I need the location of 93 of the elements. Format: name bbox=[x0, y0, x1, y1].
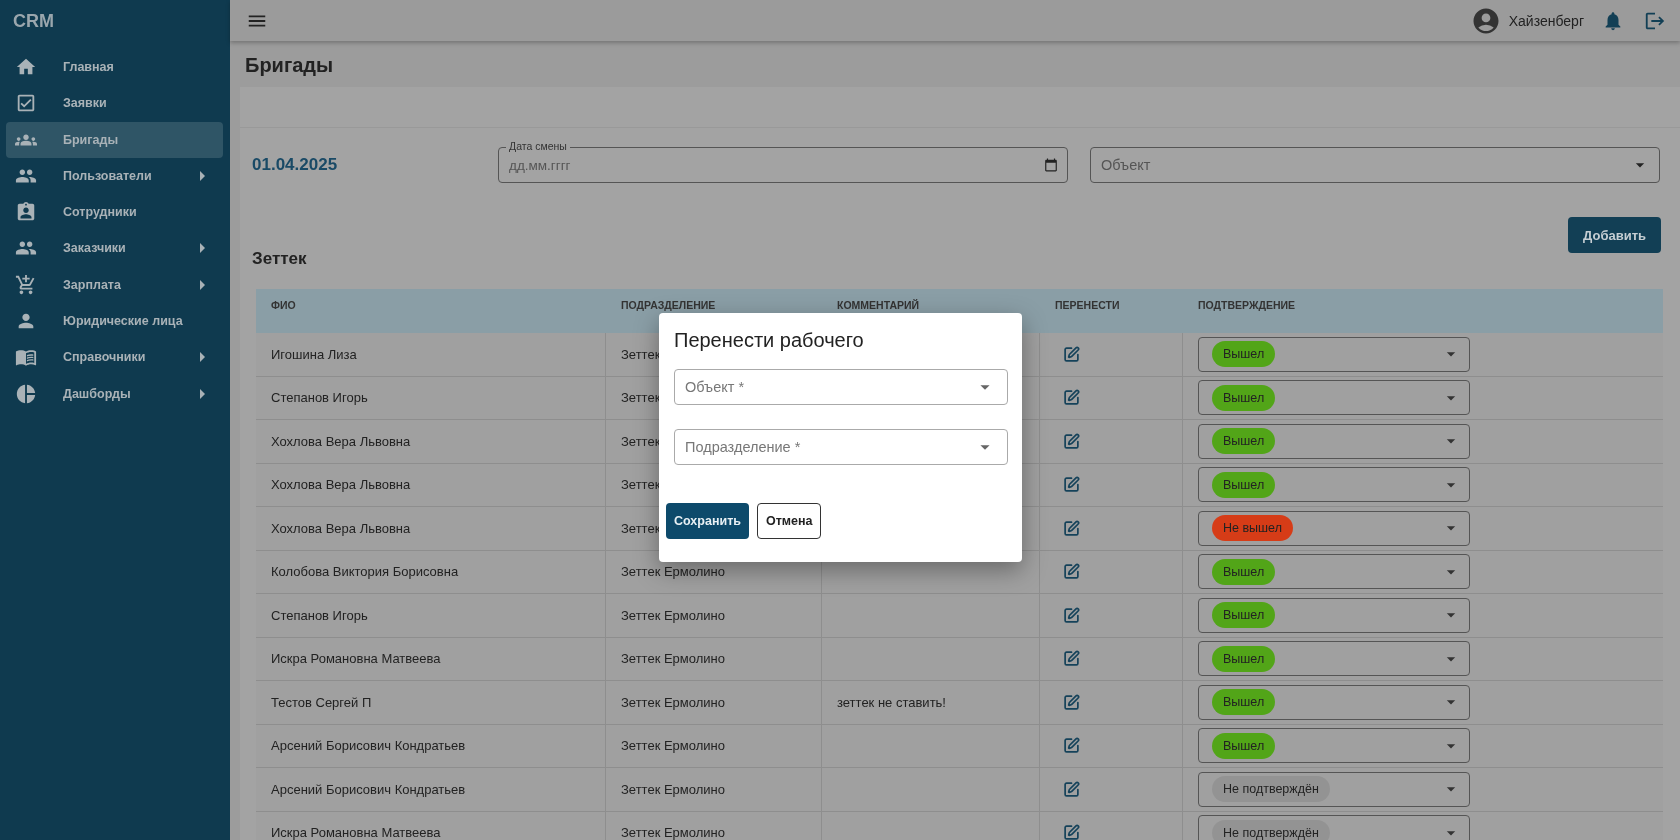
status-chip: Вышел bbox=[1212, 471, 1276, 498]
name-cell: Степанов Игорь bbox=[256, 594, 606, 638]
status-chip: Вышел bbox=[1212, 645, 1276, 672]
cancel-button[interactable]: Отмена bbox=[756, 503, 822, 539]
edit-icon[interactable] bbox=[1063, 737, 1080, 755]
app-logo: CRM bbox=[12, 10, 55, 33]
edit-icon[interactable] bbox=[1063, 476, 1080, 494]
sidebar-item-label: Заявки bbox=[63, 96, 108, 111]
comment-cell: зеттек не ставить! bbox=[822, 681, 1040, 725]
department-cell: Зеттек Ермолино bbox=[606, 724, 822, 768]
status-select[interactable]: Не вышел bbox=[1198, 510, 1470, 546]
status-select[interactable]: Вышел bbox=[1198, 684, 1470, 720]
status-chip: Вышел bbox=[1212, 428, 1276, 455]
sidebar-item-label: Дашборды bbox=[63, 386, 132, 401]
name-cell: Арсений Борисович Кондратьев bbox=[256, 724, 606, 768]
sidebar-item[interactable]: Бригады bbox=[6, 121, 223, 158]
name-cell: Искра Романовна Матвеева bbox=[256, 637, 606, 681]
edit-icon[interactable] bbox=[1063, 780, 1080, 798]
status-chip: Вышел bbox=[1212, 602, 1276, 629]
sidebar-item-label: Главная bbox=[63, 60, 115, 74]
page-title: Бригады bbox=[244, 53, 335, 78]
edit-icon[interactable] bbox=[1063, 519, 1080, 537]
sidebar-item-label: Сотрудники bbox=[63, 205, 138, 220]
cart-icon bbox=[15, 273, 37, 296]
sidebar-item[interactable]: Справочники bbox=[6, 339, 223, 376]
sidebar-item[interactable]: Главная bbox=[6, 49, 223, 85]
sidebar-item-label: Юридические лица bbox=[63, 314, 184, 329]
name-cell: Искра Романовна Матвеева bbox=[256, 811, 606, 840]
user-name[interactable]: Хайзенберг bbox=[1508, 12, 1584, 29]
dialog-select[interactable]: Подразделение * bbox=[674, 429, 1008, 465]
status-chip: Вышел bbox=[1212, 341, 1276, 368]
name-cell: Хохлова Вера Львовна bbox=[256, 420, 606, 464]
sidebar-item[interactable]: Пользователи bbox=[6, 157, 223, 194]
status-chip: Вышел bbox=[1212, 689, 1276, 716]
name-cell: Колобова Виктория Борисовна bbox=[256, 550, 606, 594]
sidebar-item[interactable]: Сотрудники bbox=[6, 194, 223, 231]
sidebar-item-label: Пользователи bbox=[63, 168, 153, 183]
status-chip: Вышел bbox=[1212, 384, 1276, 411]
name-cell: Тестов Сергей П bbox=[256, 681, 606, 725]
sidebar-item[interactable]: Заявки bbox=[6, 85, 223, 122]
status-select[interactable]: Вышел bbox=[1198, 423, 1470, 459]
column-header: ПОДТВЕРЖДЕНИЕ bbox=[1183, 289, 1663, 333]
current-date: 01.04.2025 bbox=[252, 155, 339, 175]
sidebar-item[interactable]: Дашборды bbox=[6, 375, 223, 412]
name-cell: Арсений Борисович Кондратьев bbox=[256, 768, 606, 812]
pie-chart-icon bbox=[15, 382, 37, 405]
sidebar-item[interactable]: Юридические лица bbox=[6, 303, 223, 340]
column-header: ПЕРЕНЕСТИ bbox=[1040, 289, 1183, 333]
column-header: ФИО bbox=[256, 289, 606, 333]
name-cell: Степанов Игорь bbox=[256, 376, 606, 420]
department-cell: Зеттек Ермолино bbox=[606, 637, 822, 681]
sidebar-item-label: Зарплата bbox=[63, 277, 122, 292]
department-cell: Зеттек Ермолино bbox=[606, 681, 822, 725]
status-chip: Вышел bbox=[1212, 732, 1276, 759]
edit-icon[interactable] bbox=[1063, 432, 1080, 450]
status-select[interactable]: Вышел bbox=[1198, 467, 1470, 503]
name-cell: Хохлова Вера Львовна bbox=[256, 463, 606, 507]
edit-icon[interactable] bbox=[1063, 824, 1080, 840]
sidebar-item-label: Справочники bbox=[63, 350, 147, 365]
status-chip: Не вышел bbox=[1212, 515, 1293, 542]
department-cell: Зеттек Ермолино bbox=[606, 594, 822, 638]
edit-icon[interactable] bbox=[1063, 345, 1080, 363]
status-select[interactable]: Вышел bbox=[1198, 554, 1470, 590]
edit-icon[interactable] bbox=[1063, 650, 1080, 668]
dialog-select[interactable]: Объект * bbox=[674, 369, 1008, 405]
status-chip: Не подтверждён bbox=[1212, 776, 1330, 803]
status-select[interactable]: Вышел bbox=[1198, 728, 1470, 764]
status-select[interactable]: Вышел bbox=[1198, 336, 1470, 372]
edit-icon[interactable] bbox=[1063, 389, 1080, 407]
sidebar-item[interactable]: Заказчики bbox=[6, 230, 223, 267]
status-select[interactable]: Вышел bbox=[1198, 380, 1470, 416]
save-button[interactable]: Сохранить bbox=[666, 503, 749, 539]
status-select[interactable]: Вышел bbox=[1198, 597, 1470, 633]
edit-icon[interactable] bbox=[1063, 606, 1080, 624]
calendar-icon[interactable] bbox=[1044, 158, 1058, 172]
name-cell: Игошина Лиза bbox=[256, 333, 606, 377]
group-title: Зеттек bbox=[252, 249, 307, 269]
status-select[interactable]: Не подтверждён bbox=[1198, 815, 1470, 840]
date-field-label: Дата смены bbox=[506, 140, 570, 152]
add-button[interactable]: Добавить bbox=[1568, 217, 1661, 253]
status-select[interactable]: Не подтверждён bbox=[1198, 771, 1470, 807]
status-select[interactable]: Вышел bbox=[1198, 641, 1470, 677]
edit-icon[interactable] bbox=[1063, 693, 1080, 711]
department-cell: Зеттек Ермолино bbox=[606, 768, 822, 812]
status-chip: Вышел bbox=[1212, 558, 1276, 585]
edit-icon[interactable] bbox=[1063, 563, 1080, 581]
object-select[interactable]: Объект bbox=[1090, 147, 1660, 183]
status-chip: Не подтверждён bbox=[1212, 819, 1330, 840]
sidebar-item[interactable]: Зарплата bbox=[6, 266, 223, 303]
department-cell: Зеттек Ермолино bbox=[606, 811, 822, 840]
sidebar-item-label: Заказчики bbox=[63, 241, 127, 256]
name-cell: Хохлова Вера Львовна bbox=[256, 507, 606, 551]
sidebar-item-label: Бригады bbox=[63, 132, 120, 147]
